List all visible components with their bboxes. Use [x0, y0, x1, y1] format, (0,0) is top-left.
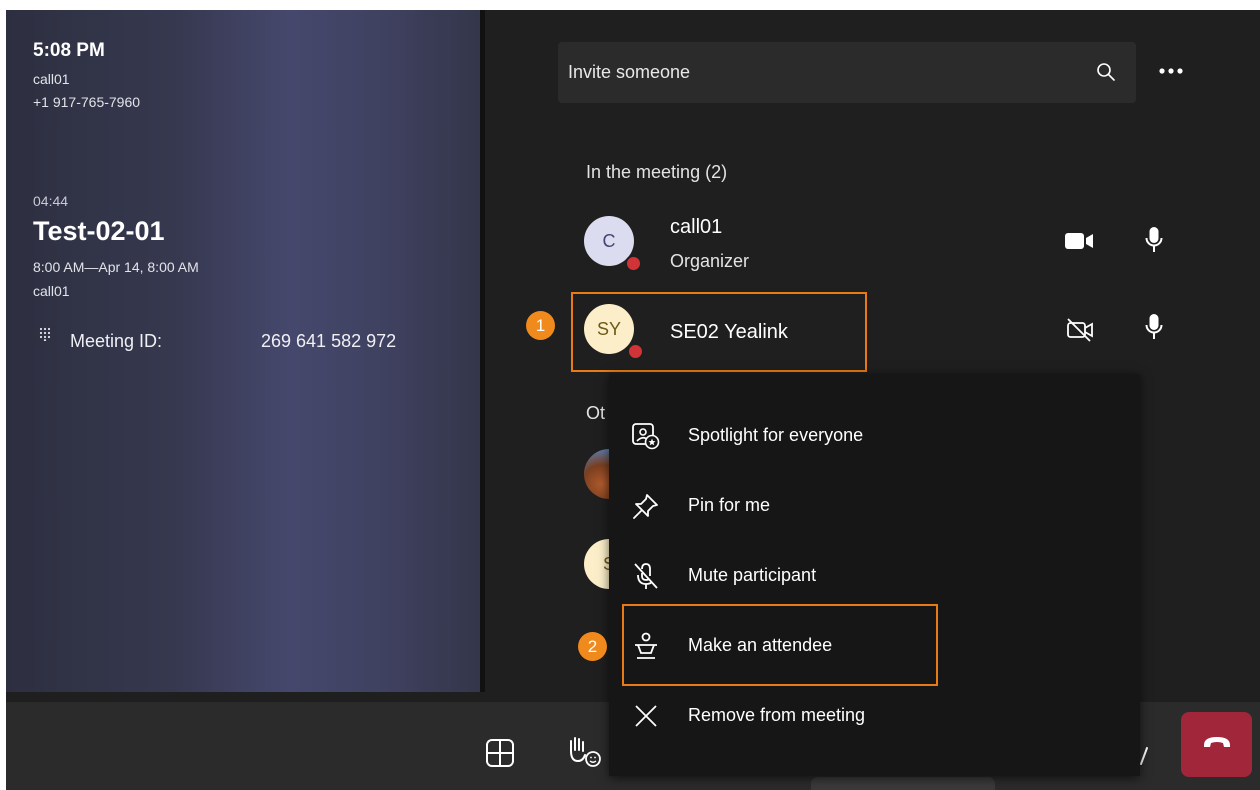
avatar-initials: C — [602, 230, 616, 251]
menu-item-remove[interactable]: Remove from meeting — [609, 681, 1140, 751]
meeting-id-value: 269 641 582 972 — [261, 331, 397, 351]
search-icon[interactable] — [1096, 62, 1116, 87]
clock: 5:08 PM — [33, 40, 105, 61]
presence-busy-icon — [625, 255, 642, 272]
step-badge-2: 2 — [578, 632, 607, 661]
more-options-icon[interactable] — [1158, 62, 1184, 80]
invite-input[interactable] — [558, 42, 1088, 103]
home-indicator[interactable] — [811, 777, 995, 790]
menu-item-mute[interactable]: Mute participant — [609, 541, 1140, 611]
dialpad-icon — [39, 327, 51, 346]
layout-icon[interactable] — [485, 738, 515, 773]
close-icon — [631, 701, 661, 736]
meeting-time: 8:00 AM—Apr 14, 8:00 AM — [33, 259, 199, 275]
device-name: call01 — [33, 71, 70, 87]
invite-search-box[interactable] — [558, 42, 1136, 103]
teams-room-app: 5:08 PM call01 +1 917-765-7960 04:44 Tes… — [6, 10, 1260, 790]
phone-number: +1 917-765-7960 — [33, 94, 141, 110]
menu-item-spotlight[interactable]: Spotlight for everyone — [609, 401, 1140, 471]
partial-control-icon[interactable] — [1139, 746, 1149, 771]
pin-icon — [631, 491, 661, 526]
panel-divider — [480, 10, 485, 692]
menu-item-label: Remove from meeting — [688, 705, 866, 725]
microphone-icon — [1144, 226, 1164, 259]
camera-on-icon — [1064, 231, 1094, 256]
camera-off-icon — [1066, 317, 1094, 348]
annotation-highlight-participant — [571, 292, 867, 372]
menu-item-label: Mute participant — [688, 565, 817, 585]
menu-item-label: Spotlight for everyone — [688, 425, 864, 445]
participant-role: Organizer — [670, 251, 750, 271]
spotlight-icon — [631, 421, 661, 456]
microphone-icon — [1144, 313, 1164, 346]
others-header: Ot — [586, 403, 606, 423]
meeting-id-label: Meeting ID: — [70, 331, 163, 351]
participant-context-menu: Spotlight for everyone Pin for me Mute p… — [609, 374, 1140, 776]
meeting-organizer: call01 — [33, 283, 70, 299]
menu-item-pin[interactable]: Pin for me — [609, 471, 1140, 541]
call-duration: 04:44 — [33, 193, 69, 209]
hang-up-icon — [1202, 735, 1232, 754]
menu-item-label: Pin for me — [688, 495, 771, 515]
participant-name: call01 — [670, 216, 723, 238]
annotation-highlight-make-attendee — [622, 604, 938, 686]
mic-off-icon — [631, 561, 661, 596]
step-badge-1: 1 — [526, 311, 555, 340]
meeting-title: Test-02-01 — [33, 216, 165, 246]
raise-hand-reaction-icon[interactable] — [566, 735, 602, 774]
meeting-info-panel: 5:08 PM call01 +1 917-765-7960 04:44 Tes… — [6, 10, 480, 692]
in-meeting-header: In the meeting (2) — [586, 162, 728, 182]
end-call-button[interactable] — [1181, 712, 1252, 777]
